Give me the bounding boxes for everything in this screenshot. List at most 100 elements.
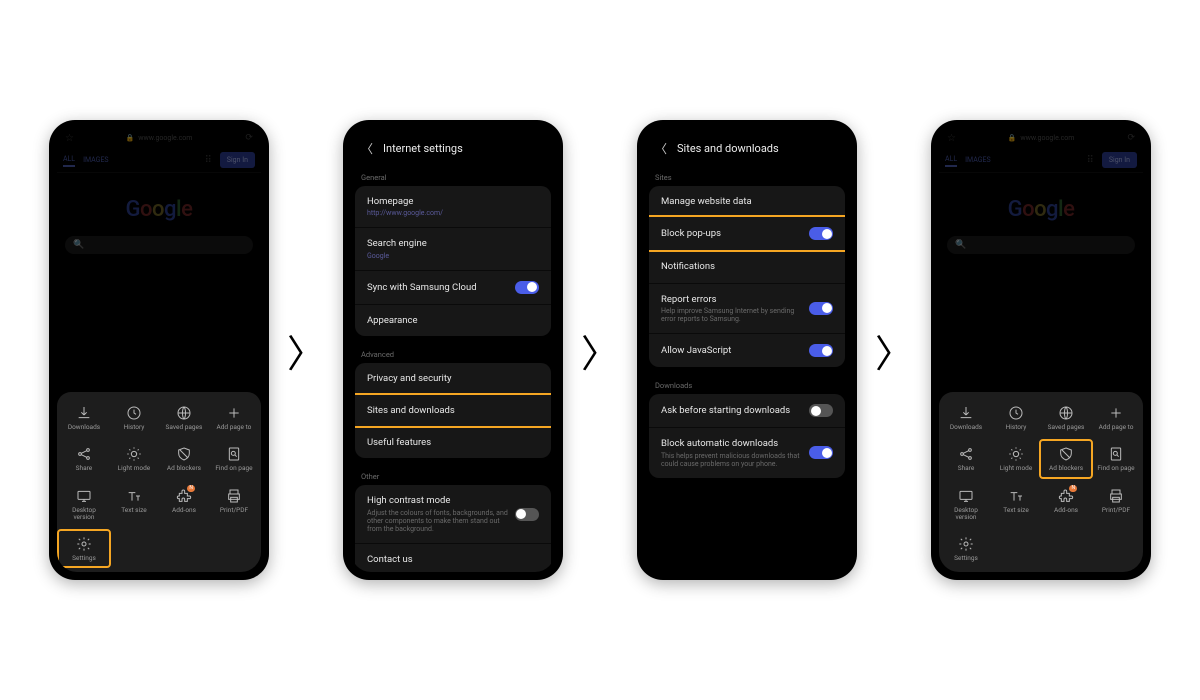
- sun-icon: [125, 445, 143, 463]
- toggle-sync[interactable]: [515, 281, 539, 294]
- menu-text-size[interactable]: Text size: [991, 483, 1041, 525]
- row-manage-website-data[interactable]: Manage website data: [649, 186, 845, 217]
- menu-downloads[interactable]: Downloads: [941, 400, 991, 435]
- settings-header: 〈 Sites and downloads: [645, 128, 849, 167]
- menu-find-on-page[interactable]: Find on page: [1091, 441, 1141, 476]
- header-title: Internet settings: [383, 142, 463, 155]
- row-homepage[interactable]: Homepage http://www.google.com/: [355, 186, 551, 227]
- browser-menu: Downloads History Saved pages Add page t…: [939, 392, 1143, 572]
- shield-icon: [1057, 445, 1075, 463]
- row-privacy[interactable]: Privacy and security: [355, 363, 551, 394]
- globe-icon: [175, 404, 193, 422]
- menu-print-pdf[interactable]: Print/PDF: [1091, 483, 1141, 525]
- menu-desktop-version[interactable]: Desktop version: [941, 483, 991, 525]
- menu-ad-blockers[interactable]: Ad blockers: [159, 441, 209, 476]
- gear-icon: [75, 535, 93, 553]
- gear-icon: [957, 535, 975, 553]
- toggle-block-popups[interactable]: [809, 227, 833, 240]
- download-icon: [75, 404, 93, 422]
- find-icon: [225, 445, 243, 463]
- row-sites-downloads[interactable]: Sites and downloads: [355, 393, 551, 428]
- row-block-popups[interactable]: Block pop-ups: [649, 215, 845, 252]
- phone-step-2: 〈 Internet settings General Homepage htt…: [343, 120, 563, 580]
- toggle-allow-js[interactable]: [809, 344, 833, 357]
- menu-history[interactable]: History: [109, 400, 159, 435]
- section-downloads: Downloads: [645, 375, 849, 394]
- text-size-icon: [125, 487, 143, 505]
- menu-history[interactable]: History: [991, 400, 1041, 435]
- toggle-ask-before[interactable]: [809, 404, 833, 417]
- plus-icon: [1107, 404, 1125, 422]
- row-ask-before[interactable]: Ask before starting downloads: [649, 394, 845, 427]
- menu-ad-blockers[interactable]: Ad blockers: [1041, 441, 1091, 476]
- row-high-contrast[interactable]: High contrast mode Adjust the colours of…: [355, 485, 551, 542]
- menu-saved-pages[interactable]: Saved pages: [1041, 400, 1091, 435]
- menu-desktop-version[interactable]: Desktop version: [59, 483, 109, 525]
- menu-light-mode[interactable]: Light mode: [991, 441, 1041, 476]
- text-size-icon: [1007, 487, 1025, 505]
- section-other: Other: [351, 466, 555, 485]
- section-sites: Sites: [645, 167, 849, 186]
- phone-step-4: ☆ 🔒 www.google.com ⟳ ALL IMAGES ⠿ Sign I…: [931, 120, 1151, 580]
- print-icon: [1107, 487, 1125, 505]
- section-general: General: [351, 167, 555, 186]
- menu-settings[interactable]: Settings: [941, 531, 991, 566]
- row-notifications[interactable]: Notifications: [649, 250, 845, 282]
- row-sync-cloud[interactable]: Sync with Samsung Cloud: [355, 270, 551, 304]
- menu-settings[interactable]: Settings: [59, 531, 109, 566]
- phone-step-1: ☆ 🔒 www.google.com ⟳ ALL IMAGES ⠿ Sign I…: [49, 120, 269, 580]
- back-icon[interactable]: 〈: [361, 140, 373, 157]
- header-title: Sites and downloads: [677, 142, 779, 155]
- row-block-auto-downloads[interactable]: Block automatic downloads This helps pre…: [649, 427, 845, 477]
- plus-icon: [225, 404, 243, 422]
- section-advanced: Advanced: [351, 344, 555, 363]
- browser-menu: Downloads History Saved pages Add page t…: [57, 392, 261, 572]
- history-icon: [1007, 404, 1025, 422]
- row-appearance[interactable]: Appearance: [355, 304, 551, 336]
- row-allow-js[interactable]: Allow JavaScript: [649, 333, 845, 367]
- sites-card: Manage website data Block pop-ups Notifi…: [649, 186, 845, 367]
- menu-add-page[interactable]: Add page to: [1091, 400, 1141, 435]
- download-icon: [957, 404, 975, 422]
- chevron-right-icon: 〉: [581, 323, 619, 378]
- addon-badge: N: [187, 485, 195, 492]
- globe-icon: [1057, 404, 1075, 422]
- general-card: Homepage http://www.google.com/ Search e…: [355, 186, 551, 336]
- menu-share[interactable]: Share: [59, 441, 109, 476]
- menu-print-pdf[interactable]: Print/PDF: [209, 483, 259, 525]
- downloads-card: Ask before starting downloads Block auto…: [649, 394, 845, 477]
- puzzle-icon: N: [175, 487, 193, 505]
- toggle-report-errors[interactable]: [809, 302, 833, 315]
- row-search-engine[interactable]: Search engine Google: [355, 227, 551, 269]
- desktop-icon: [957, 487, 975, 505]
- share-icon: [75, 445, 93, 463]
- toggle-block-auto[interactable]: [809, 446, 833, 459]
- menu-share[interactable]: Share: [941, 441, 991, 476]
- desktop-icon: [75, 487, 93, 505]
- chevron-right-icon: 〉: [875, 323, 913, 378]
- menu-add-ons[interactable]: N Add-ons: [159, 483, 209, 525]
- toggle-high-contrast[interactable]: [515, 508, 539, 521]
- phone-step-3: 〈 Sites and downloads Sites Manage websi…: [637, 120, 857, 580]
- row-contact-us[interactable]: Contact us: [355, 543, 551, 572]
- menu-add-ons[interactable]: N Add-ons: [1041, 483, 1091, 525]
- menu-find-on-page[interactable]: Find on page: [209, 441, 259, 476]
- settings-header: 〈 Internet settings: [351, 128, 555, 167]
- menu-add-page[interactable]: Add page to: [209, 400, 259, 435]
- shield-icon: [175, 445, 193, 463]
- print-icon: [225, 487, 243, 505]
- advanced-card: Privacy and security Sites and downloads…: [355, 363, 551, 458]
- find-icon: [1107, 445, 1125, 463]
- menu-saved-pages[interactable]: Saved pages: [159, 400, 209, 435]
- back-icon[interactable]: 〈: [655, 140, 667, 157]
- menu-light-mode[interactable]: Light mode: [109, 441, 159, 476]
- addon-badge: N: [1069, 485, 1077, 492]
- other-card: High contrast mode Adjust the colours of…: [355, 485, 551, 572]
- chevron-right-icon: 〉: [287, 323, 325, 378]
- puzzle-icon: N: [1057, 487, 1075, 505]
- menu-text-size[interactable]: Text size: [109, 483, 159, 525]
- row-useful-features[interactable]: Useful features: [355, 426, 551, 458]
- sun-icon: [1007, 445, 1025, 463]
- row-report-errors[interactable]: Report errors Help improve Samsung Inter…: [649, 283, 845, 333]
- menu-downloads[interactable]: Downloads: [59, 400, 109, 435]
